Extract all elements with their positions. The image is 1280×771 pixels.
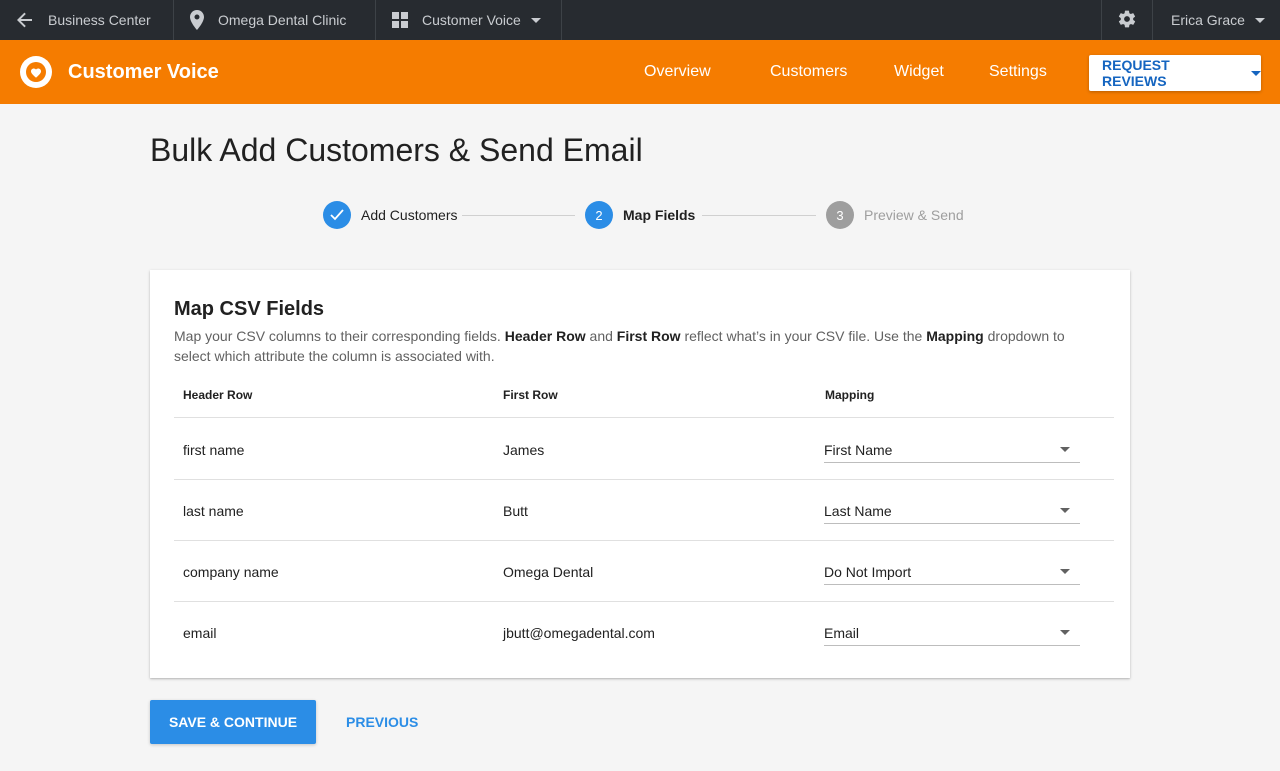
nav-widget[interactable]: Widget bbox=[894, 40, 944, 104]
mapping-select[interactable]: Email bbox=[824, 622, 1080, 646]
back-label: Business Center bbox=[48, 12, 151, 28]
table-row: first name James First Name bbox=[174, 419, 1114, 480]
request-reviews-label: REQUEST REVIEWS bbox=[1102, 57, 1170, 89]
table-row: company name Omega Dental Do Not Import bbox=[174, 541, 1114, 602]
chevron-down-icon bbox=[1060, 569, 1070, 574]
card-description: Map your CSV columns to their correspond… bbox=[174, 328, 1065, 364]
user-menu[interactable]: Erica Grace bbox=[1152, 0, 1280, 40]
product-label: Customer Voice bbox=[422, 12, 521, 28]
step-1-complete-check-icon bbox=[323, 201, 351, 229]
first-row-cell: James bbox=[503, 442, 545, 458]
first-row-cell: Omega Dental bbox=[503, 564, 594, 580]
user-name: Erica Grace bbox=[1171, 12, 1245, 28]
app-header: Customer Voice Overview Customers Widget… bbox=[0, 40, 1280, 104]
settings-gear-button[interactable] bbox=[1101, 0, 1152, 40]
chevron-down-icon bbox=[1060, 630, 1070, 635]
header-cell: first name bbox=[183, 442, 245, 458]
table-row: email jbutt@omegadental.com Email bbox=[174, 602, 1114, 663]
previous-button[interactable]: PREVIOUS bbox=[346, 714, 418, 730]
mapping-value: Do Not Import bbox=[824, 564, 912, 580]
card-title: Map CSV Fields bbox=[174, 298, 325, 320]
mapping-value: Last Name bbox=[824, 503, 892, 519]
location-selector[interactable]: Omega Dental Clinic bbox=[174, 0, 376, 40]
first-row-cell: Butt bbox=[503, 503, 528, 519]
first-row-cell: jbutt@omegadental.com bbox=[503, 625, 655, 641]
nav-settings[interactable]: Settings bbox=[989, 40, 1047, 104]
back-to-business-center[interactable]: Business Center bbox=[0, 0, 174, 40]
header-cell: last name bbox=[183, 503, 244, 519]
column-header-row: Header Row bbox=[183, 388, 253, 402]
header-cell: company name bbox=[183, 564, 279, 580]
mapping-select[interactable]: Last Name bbox=[824, 500, 1080, 524]
mapping-value: Email bbox=[824, 625, 860, 641]
chevron-down-icon bbox=[530, 17, 541, 23]
product-switcher[interactable]: Customer Voice bbox=[376, 0, 562, 40]
request-reviews-button[interactable]: REQUEST REVIEWS bbox=[1089, 55, 1261, 91]
step-connector bbox=[702, 215, 816, 216]
top-bar: Business Center Omega Dental Clinic Cust… bbox=[0, 0, 1280, 40]
save-and-continue-button[interactable]: SAVE & CONTINUE bbox=[150, 700, 316, 744]
column-mapping: Mapping bbox=[825, 388, 875, 402]
page-title: Bulk Add Customers & Send Email bbox=[150, 132, 643, 168]
step-2-number: 2 bbox=[585, 201, 613, 229]
mapping-value: First Name bbox=[824, 442, 893, 458]
location-label: Omega Dental Clinic bbox=[218, 12, 347, 28]
apps-grid-icon bbox=[392, 12, 408, 28]
table-header: Header Row First Row Mapping bbox=[174, 382, 1114, 418]
chevron-down-icon bbox=[1060, 447, 1070, 452]
table-row: last name Butt Last Name bbox=[174, 480, 1114, 541]
chevron-down-icon bbox=[1060, 508, 1070, 513]
nav-overview[interactable]: Overview bbox=[644, 40, 711, 104]
step-3-number: 3 bbox=[826, 201, 854, 229]
map-csv-fields-card: Map CSV Fields Map your CSV columns to t… bbox=[150, 270, 1130, 678]
customer-voice-logo-icon bbox=[20, 56, 52, 88]
step-connector bbox=[462, 215, 575, 216]
mapping-select[interactable]: First Name bbox=[824, 439, 1080, 463]
mapping-select[interactable]: Do Not Import bbox=[824, 561, 1080, 585]
arrow-left-icon bbox=[16, 11, 34, 29]
column-first-row: First Row bbox=[503, 388, 558, 402]
location-pin-icon bbox=[190, 10, 204, 30]
gear-icon bbox=[1117, 9, 1137, 32]
app-title: Customer Voice bbox=[68, 60, 219, 83]
chevron-down-icon bbox=[1251, 70, 1261, 76]
step-3-label: Preview & Send bbox=[864, 207, 964, 223]
step-1-label: Add Customers bbox=[361, 207, 458, 223]
step-2-label: Map Fields bbox=[623, 207, 696, 223]
nav-customers[interactable]: Customers bbox=[770, 40, 847, 104]
header-cell: email bbox=[183, 625, 217, 641]
chevron-down-icon bbox=[1254, 17, 1265, 23]
